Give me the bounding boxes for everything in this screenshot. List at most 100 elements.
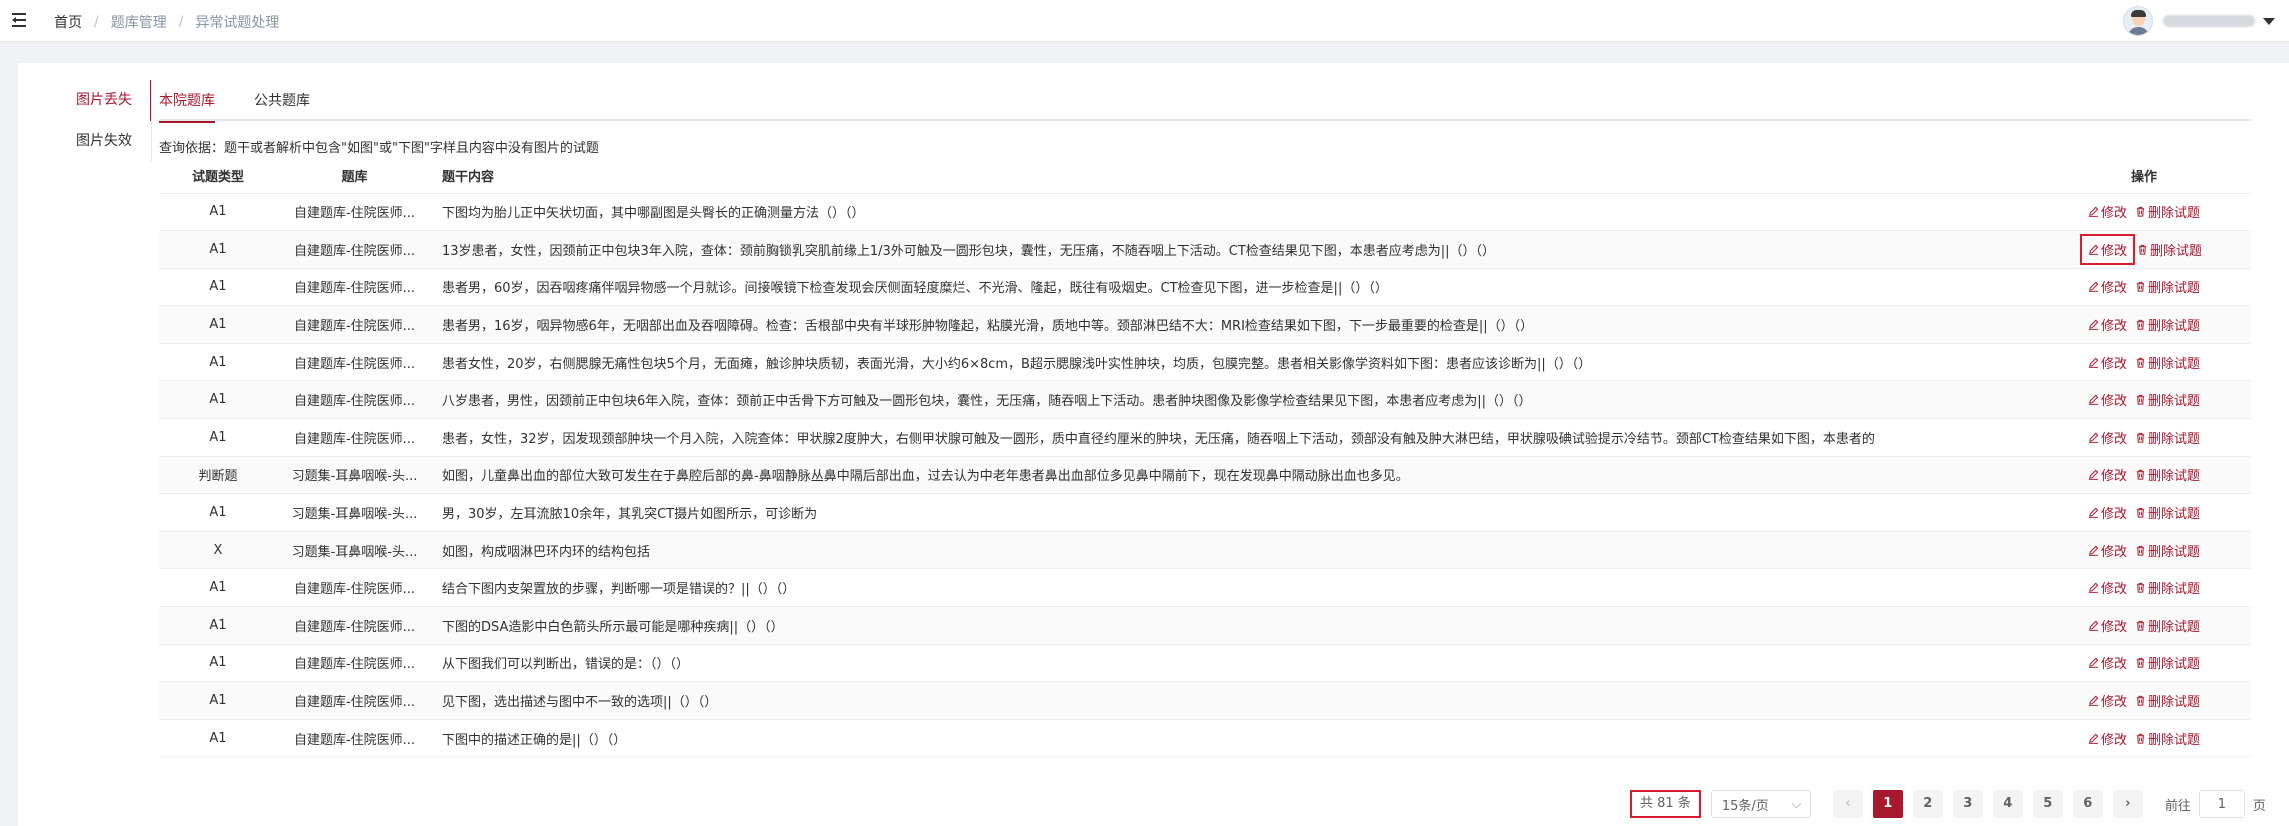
table-row: A1 自建题库-住院医师... 下图均为胎儿正中矢状切面，其中哪副图是头臀长的正确测… bbox=[159, 193, 2251, 232]
edit-button[interactable]: 修改 bbox=[2088, 202, 2127, 221]
delete-question-button[interactable]: 删除试题 bbox=[2135, 428, 2200, 447]
cell-question-type: X bbox=[159, 531, 277, 570]
edit-button[interactable]: 修改 bbox=[2088, 353, 2127, 372]
side-tab-image-missing[interactable]: 图片丢失 bbox=[56, 80, 152, 121]
cell-content: 患者男，60岁，因吞咽疼痛伴咽异物感一个月就诊。间接喉镜下检查发现会厌侧面轻度糜… bbox=[432, 268, 2037, 307]
jump-page-input[interactable] bbox=[2198, 790, 2245, 818]
edit-label: 修改 bbox=[2100, 356, 2127, 372]
cell-question-type: A1 bbox=[159, 193, 277, 232]
delete-label: 删除试题 bbox=[2148, 732, 2201, 748]
cell-bank: 习题集-耳鼻咽喉-头... bbox=[277, 531, 432, 570]
tab-public-bank[interactable]: 公共题库 bbox=[254, 86, 310, 121]
delete-label: 删除试题 bbox=[2150, 243, 2203, 259]
delete-question-button[interactable]: 删除试题 bbox=[2135, 691, 2200, 710]
cell-content: 见下图，选出描述与图中不一致的选项||（）（） bbox=[432, 681, 2037, 720]
delete-question-button[interactable]: 删除试题 bbox=[2135, 315, 2200, 334]
breadcrumb-question-bank[interactable]: 题库管理 bbox=[111, 12, 167, 32]
page-number-button[interactable]: 6 bbox=[2072, 790, 2103, 818]
pagination: 共 81 条 15条/页 ‹ 123456 › 前往 页 bbox=[1630, 789, 2266, 819]
delete-label: 删除试题 bbox=[2148, 469, 2201, 485]
page-number-button[interactable]: 1 bbox=[1872, 790, 1903, 818]
page-number-button[interactable]: 4 bbox=[1992, 790, 2023, 818]
edit-button[interactable]: 修改 bbox=[2088, 578, 2127, 597]
delete-question-button[interactable]: 删除试题 bbox=[2135, 616, 2200, 635]
edit-button[interactable]: 修改 bbox=[2088, 465, 2127, 484]
trash-icon bbox=[2135, 206, 2148, 217]
user-avatar-icon[interactable] bbox=[2123, 6, 2153, 36]
edit-button[interactable]: 修改 bbox=[2088, 503, 2127, 522]
menu-icon[interactable] bbox=[12, 12, 30, 28]
edit-icon bbox=[2088, 469, 2101, 481]
cell-bank: 自建题库-住院医师... bbox=[277, 380, 432, 420]
chevron-right-icon[interactable]: › bbox=[2112, 790, 2143, 818]
tab-hospital-bank[interactable]: 本院题库 bbox=[159, 86, 215, 123]
delete-question-button[interactable]: 删除试题 bbox=[2137, 240, 2202, 259]
edit-button[interactable]: 修改 bbox=[2088, 277, 2127, 296]
cell-bank: 自建题库-住院医师... bbox=[277, 568, 432, 608]
delete-question-button[interactable]: 删除试题 bbox=[2135, 578, 2200, 597]
breadcrumb-home[interactable]: 首页 bbox=[54, 12, 82, 32]
cell-question-type: A1 bbox=[159, 380, 277, 420]
cell-operations: 修改 删除试题 bbox=[2037, 230, 2251, 269]
edit-button[interactable]: 修改 bbox=[2088, 428, 2127, 447]
edit-button[interactable]: 修改 bbox=[2088, 729, 2127, 748]
edit-button[interactable]: 修改 bbox=[2079, 233, 2136, 265]
page-number-button[interactable]: 5 bbox=[2032, 790, 2063, 818]
cell-question-type: A1 bbox=[159, 719, 277, 758]
side-tabs: 图片丢失 图片失效 bbox=[56, 80, 152, 162]
trash-icon bbox=[2135, 545, 2148, 556]
breadcrumb: 首页 / 题库管理 / 异常试题处理 bbox=[54, 12, 279, 32]
page-number-button[interactable]: 2 bbox=[1912, 790, 1943, 818]
delete-question-button[interactable]: 删除试题 bbox=[2135, 390, 2200, 409]
edit-label: 修改 bbox=[2100, 469, 2127, 485]
delete-question-button[interactable]: 删除试题 bbox=[2135, 729, 2200, 748]
delete-question-button[interactable]: 删除试题 bbox=[2135, 353, 2200, 372]
edit-icon bbox=[2088, 244, 2101, 255]
cell-operations: 修改 删除试题 bbox=[2037, 568, 2251, 608]
cell-bank: 自建题库-住院医师... bbox=[277, 681, 432, 720]
cell-question-type: A1 bbox=[159, 418, 277, 457]
edit-button[interactable]: 修改 bbox=[2088, 541, 2127, 560]
edit-button[interactable]: 修改 bbox=[2088, 616, 2127, 635]
header-bank: 题库 bbox=[277, 159, 432, 194]
edit-icon bbox=[2088, 733, 2101, 744]
bank-tabs: 本院题库 公共题库 bbox=[159, 86, 2251, 123]
edit-button[interactable]: 修改 bbox=[2088, 653, 2127, 672]
edit-label: 修改 bbox=[2100, 319, 2127, 335]
username[interactable]: exam_admin bbox=[2163, 15, 2255, 27]
page-number-button[interactable]: 3 bbox=[1952, 790, 1983, 818]
table-header-row: 试题类型 题库 题干内容 操作 bbox=[159, 159, 2251, 194]
delete-question-button[interactable]: 删除试题 bbox=[2135, 465, 2200, 484]
edit-button[interactable]: 修改 bbox=[2088, 390, 2127, 409]
edit-label: 修改 bbox=[2100, 732, 2127, 748]
cell-bank: 自建题库-住院医师... bbox=[277, 193, 432, 232]
table-row: A1 自建题库-住院医师... 患者男，16岁，咽异物感6年，无咽部出血及吞咽障碍。… bbox=[159, 305, 2251, 344]
delete-label: 删除试题 bbox=[2148, 619, 2201, 635]
edit-button[interactable]: 修改 bbox=[2088, 315, 2127, 334]
cell-operations: 修改 删除试题 bbox=[2037, 719, 2251, 758]
delete-question-button[interactable]: 删除试题 bbox=[2135, 653, 2200, 672]
page-size-select[interactable]: 15条/页 bbox=[1710, 790, 1811, 818]
edit-icon bbox=[2088, 657, 2101, 669]
delete-question-button[interactable]: 删除试题 bbox=[2135, 202, 2200, 221]
top-header: 首页 / 题库管理 / 异常试题处理 exam_admin bbox=[0, 0, 2289, 42]
chevron-left-icon[interactable]: ‹ bbox=[1832, 790, 1863, 818]
delete-label: 删除试题 bbox=[2148, 582, 2201, 598]
edit-label: 修改 bbox=[2100, 243, 2127, 259]
table-row: A1 自建题库-住院医师... 从下图我们可以判断出，错误的是：（）（） 修改 删除试题 bbox=[159, 644, 2251, 683]
cell-content: 下图中的描述正确的是||（）（） bbox=[432, 719, 2037, 758]
delete-question-button[interactable]: 删除试题 bbox=[2135, 503, 2200, 522]
questions-table: 试题类型 题库 题干内容 操作 A1 自建题库-住院医师... 下图均为胎儿正中矢状… bbox=[159, 159, 2251, 758]
cell-bank: 习题集-耳鼻咽喉-头... bbox=[277, 456, 432, 495]
edit-button[interactable]: 修改 bbox=[2088, 691, 2127, 710]
delete-question-button[interactable]: 删除试题 bbox=[2135, 541, 2200, 560]
side-tab-image-invalid[interactable]: 图片失效 bbox=[56, 121, 152, 162]
delete-question-button[interactable]: 删除试题 bbox=[2135, 277, 2200, 296]
caret-down-icon[interactable] bbox=[2263, 17, 2275, 25]
edit-label: 修改 bbox=[2100, 507, 2127, 523]
edit-icon bbox=[2088, 620, 2101, 631]
cell-question-type: A1 bbox=[159, 644, 277, 683]
cell-bank: 自建题库-住院医师... bbox=[277, 719, 432, 758]
user-menu[interactable]: exam_admin bbox=[2123, 5, 2275, 37]
table-row: A1 自建题库-住院医师... 见下图，选出描述与图中不一致的选项||（）（） 修改 删… bbox=[159, 681, 2251, 720]
